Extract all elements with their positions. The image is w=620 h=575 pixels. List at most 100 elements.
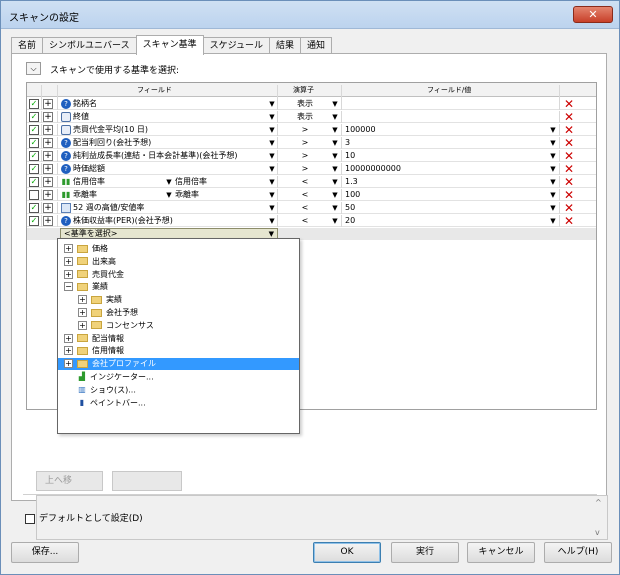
expand-plus-icon[interactable]: + — [43, 203, 53, 213]
field-name[interactable]: 銘柄名 — [73, 98, 97, 110]
operator-cell[interactable]: > — [291, 124, 319, 136]
dropdown-arrow-icon[interactable]: ▼ — [549, 150, 557, 162]
row-checkbox[interactable]: ✓ — [29, 203, 39, 213]
expand-plus-icon[interactable]: + — [43, 164, 53, 174]
value-cell[interactable]: 1.3 — [345, 176, 358, 188]
row-checkbox[interactable]: ✓ — [29, 138, 39, 148]
expand-plus-icon[interactable]: + — [64, 333, 73, 343]
dropdown-arrow-icon[interactable]: ▼ — [331, 176, 339, 188]
value-cell[interactable]: 20 — [345, 215, 355, 227]
operator-cell[interactable]: < — [291, 202, 319, 214]
dropdown-arrow-icon[interactable]: ▼ — [268, 150, 276, 162]
expand-plus-icon[interactable]: + — [43, 138, 53, 148]
dropdown-arrow-icon[interactable]: ▼ — [331, 98, 339, 110]
delete-x-icon[interactable]: ✕ — [563, 215, 575, 227]
dropdown-arrow-icon[interactable]: ▼ — [268, 202, 276, 214]
row-checkbox[interactable]: ✓ — [29, 216, 39, 226]
tree-item[interactable]: + 実績 — [78, 294, 122, 306]
dropdown-arrow-icon[interactable]: ▼ — [549, 124, 557, 136]
operator-cell[interactable]: < — [291, 189, 319, 201]
help-button[interactable]: ヘルプ(H) — [544, 542, 612, 563]
dropdown-arrow-icon[interactable]: ▼ — [268, 176, 276, 188]
tree-item[interactable]: ▥ ショウ(ス)... — [64, 384, 136, 396]
dropdown-arrow-icon[interactable]: ▼ — [331, 202, 339, 214]
tree-item[interactable]: + 出来高 — [64, 256, 116, 268]
dropdown-arrow-icon[interactable]: ▼ — [331, 150, 339, 162]
expand-plus-icon[interactable]: + — [78, 295, 87, 305]
expand-plus-icon[interactable]: + — [43, 112, 53, 122]
expand-plus-icon[interactable]: + — [78, 320, 87, 330]
close-button[interactable]: ✕ — [573, 6, 613, 23]
operator-cell[interactable]: < — [291, 176, 319, 188]
dropdown-arrow-icon[interactable]: ▼ — [331, 137, 339, 149]
dropdown-arrow-icon[interactable]: ▼ — [268, 189, 276, 201]
expand-plus-icon[interactable]: + — [64, 269, 73, 279]
dropdown-arrow-icon[interactable]: ▼ — [165, 189, 173, 201]
tab-4[interactable]: 結果 — [268, 37, 301, 54]
row-checkbox[interactable] — [29, 190, 39, 200]
expand-plus-icon[interactable]: + — [43, 177, 53, 187]
expand-plus-icon[interactable]: + — [43, 125, 53, 135]
operator-cell[interactable]: > — [291, 137, 319, 149]
run-button[interactable]: 実行 — [391, 542, 459, 563]
operator-cell[interactable]: 表示 — [291, 111, 319, 123]
field-name[interactable]: 52 週の高値/安値率 — [73, 202, 144, 214]
expand-plus-icon[interactable]: + — [64, 346, 73, 356]
dropdown-arrow-icon[interactable]: ▼ — [268, 137, 276, 149]
dropdown-arrow-icon[interactable]: ▼ — [268, 215, 276, 227]
expand-plus-icon[interactable]: + — [43, 216, 53, 226]
dropdown-arrow-icon[interactable]: ▼ — [549, 163, 557, 175]
expand-plus-icon[interactable]: + — [43, 99, 53, 109]
tree-item[interactable]: − 業績 — [64, 281, 108, 293]
delete-x-icon[interactable]: ✕ — [563, 163, 575, 175]
field-name[interactable]: 株価収益率(PER)(会社予想) — [73, 215, 173, 227]
dropdown-arrow-icon[interactable]: ▼ — [549, 189, 557, 201]
operator-cell[interactable]: > — [291, 150, 319, 162]
row-checkbox[interactable]: ✓ — [29, 125, 39, 135]
operator-cell[interactable]: < — [291, 215, 319, 227]
scroll-down-icon[interactable]: v — [595, 528, 605, 537]
field-name[interactable]: 売買代金平均(10 日) — [73, 124, 148, 136]
tree-item[interactable]: + 会社予想 — [78, 307, 138, 319]
field-name[interactable]: 時価総額 — [73, 163, 105, 175]
tree-item[interactable]: + 会社プロファイル — [58, 358, 299, 371]
value-cell[interactable]: 100000 — [345, 124, 376, 136]
dropdown-arrow-icon[interactable]: ▼ — [331, 163, 339, 175]
dropdown-arrow-icon[interactable]: ▼ — [331, 111, 339, 123]
delete-x-icon[interactable]: ✕ — [563, 111, 575, 123]
expand-plus-icon[interactable]: + — [64, 244, 73, 253]
default-checkbox[interactable]: デフォルトとして設定(D) — [25, 511, 143, 524]
row-checkbox[interactable]: ✓ — [29, 151, 39, 161]
field-name[interactable]: 配当利回り(会社予想) — [73, 137, 151, 149]
save-button[interactable]: 保存... — [11, 542, 79, 563]
row-checkbox[interactable]: ✓ — [29, 177, 39, 187]
tab-1[interactable]: シンボルユニバース — [42, 37, 137, 54]
chevron-down-icon[interactable]: ⌵ — [26, 62, 41, 75]
tree-item[interactable]: + コンセンサス — [78, 320, 154, 332]
dropdown-arrow-icon[interactable]: ▼ — [331, 189, 339, 201]
tree-item[interactable]: + 配当情報 — [64, 333, 124, 345]
tree-item[interactable]: ▟ インジケーター... — [64, 371, 154, 383]
value-cell[interactable]: 3 — [345, 137, 350, 149]
tree-item[interactable]: ▮ ペイントバー... — [64, 397, 146, 409]
delete-x-icon[interactable]: ✕ — [563, 202, 575, 214]
dropdown-arrow-icon[interactable]: ▼ — [549, 176, 557, 188]
operator-cell[interactable]: > — [291, 163, 319, 175]
dropdown-arrow-icon[interactable]: ▼ — [268, 111, 276, 123]
tree-item[interactable]: + 売買代金 — [64, 269, 124, 281]
delete-x-icon[interactable]: ✕ — [563, 98, 575, 110]
delete-x-icon[interactable]: ✕ — [563, 137, 575, 149]
dropdown-arrow-icon[interactable]: ▼ — [268, 124, 276, 136]
row-checkbox[interactable]: ✓ — [29, 112, 39, 122]
value-cell[interactable]: 10000000000 — [345, 163, 401, 175]
dropdown-arrow-icon[interactable]: ▼ — [331, 215, 339, 227]
expand-plus-icon[interactable]: + — [43, 190, 53, 200]
dropdown-arrow-icon[interactable]: ▼ — [165, 176, 173, 188]
field-name[interactable]: 終値 — [73, 111, 89, 123]
value-cell[interactable]: 50 — [345, 202, 355, 214]
operator-cell[interactable]: 表示 — [291, 98, 319, 110]
row-checkbox[interactable]: ✓ — [29, 164, 39, 174]
row-checkbox[interactable]: ✓ — [29, 99, 39, 109]
collapse-minus-icon[interactable]: − — [64, 282, 73, 292]
delete-x-icon[interactable]: ✕ — [563, 150, 575, 162]
